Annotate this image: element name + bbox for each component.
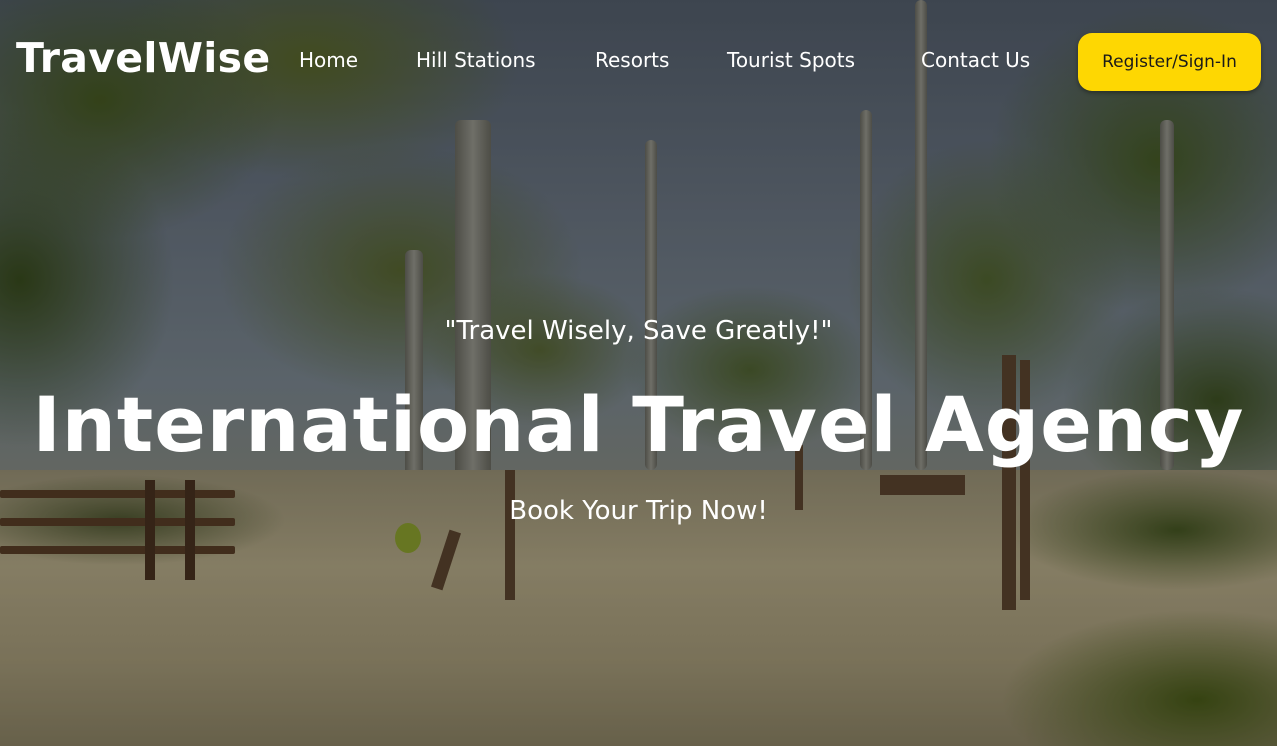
register-signin-button[interactable]: Register/Sign-In bbox=[1078, 33, 1261, 91]
book-trip-link[interactable]: Book Your Trip Now! bbox=[509, 496, 768, 526]
nav-link-tourist-spots[interactable]: Tourist Spots bbox=[727, 48, 855, 72]
nav-link-resorts[interactable]: Resorts bbox=[595, 48, 669, 72]
hero-cta-container: Book Your Trip Now! bbox=[0, 496, 1277, 526]
hero-title: International Travel Agency bbox=[32, 380, 1245, 469]
hero-tagline: "Travel Wisely, Save Greatly!" bbox=[444, 316, 833, 346]
nav-link-contact-us[interactable]: Contact Us bbox=[921, 48, 1030, 72]
top-navbar: TravelWise Home Hill Stations Resorts To… bbox=[0, 0, 1277, 122]
hero-section: TravelWise Home Hill Stations Resorts To… bbox=[0, 0, 1277, 746]
nav-link-home[interactable]: Home bbox=[299, 48, 358, 72]
brand-logo[interactable]: TravelWise bbox=[16, 34, 270, 82]
nav-link-hill-stations[interactable]: Hill Stations bbox=[416, 48, 536, 72]
